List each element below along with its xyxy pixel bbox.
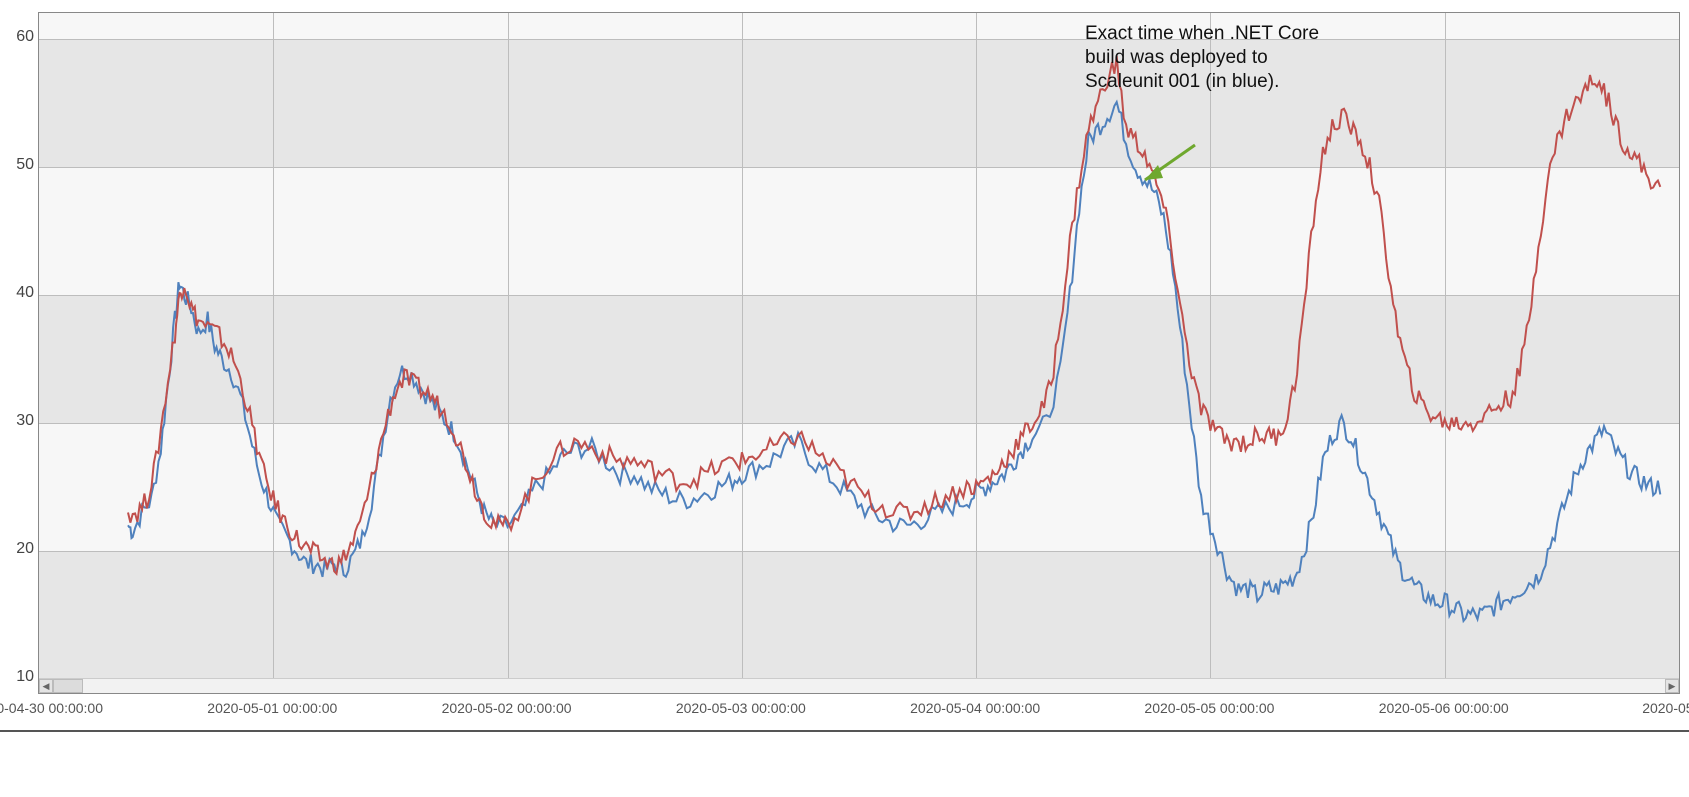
y-tick-label: 60 — [0, 28, 34, 46]
series-blue-line — [128, 102, 1660, 621]
scroll-left-button[interactable]: ◀ — [39, 679, 53, 693]
y-tick-label: 40 — [0, 284, 34, 302]
x-tick-label: 2020-05-05 00:00:00 — [1144, 700, 1274, 716]
x-tick-label: 2020-05-02 00:00:00 — [442, 700, 572, 716]
plot-area: ◀ ▶ — [38, 12, 1680, 694]
x-tick-label: 2020-05-06 00:00:00 — [1379, 700, 1509, 716]
x-tick-label: 2020-05-07 — [1642, 700, 1689, 716]
annotation-text: Exact time when .NET Core build was depl… — [1085, 22, 1335, 93]
y-tick-label: 30 — [0, 412, 34, 430]
x-tick-label: 2020-04-30 00:00:00 — [0, 700, 103, 716]
y-tick-label: 10 — [0, 668, 34, 686]
x-tick-label: 2020-05-01 00:00:00 — [207, 700, 337, 716]
chart-lines — [39, 13, 1679, 693]
y-tick-label: 50 — [0, 156, 34, 174]
scroll-thumb[interactable] — [53, 679, 83, 693]
axis-bottom-border — [0, 730, 1689, 732]
y-tick-label: 20 — [0, 540, 34, 558]
scroll-right-button[interactable]: ▶ — [1665, 679, 1679, 693]
series-red-line — [128, 56, 1660, 574]
x-tick-label: 2020-05-03 00:00:00 — [676, 700, 806, 716]
horizontal-scrollbar[interactable]: ◀ ▶ — [39, 678, 1679, 693]
x-tick-label: 2020-05-04 00:00:00 — [910, 700, 1040, 716]
